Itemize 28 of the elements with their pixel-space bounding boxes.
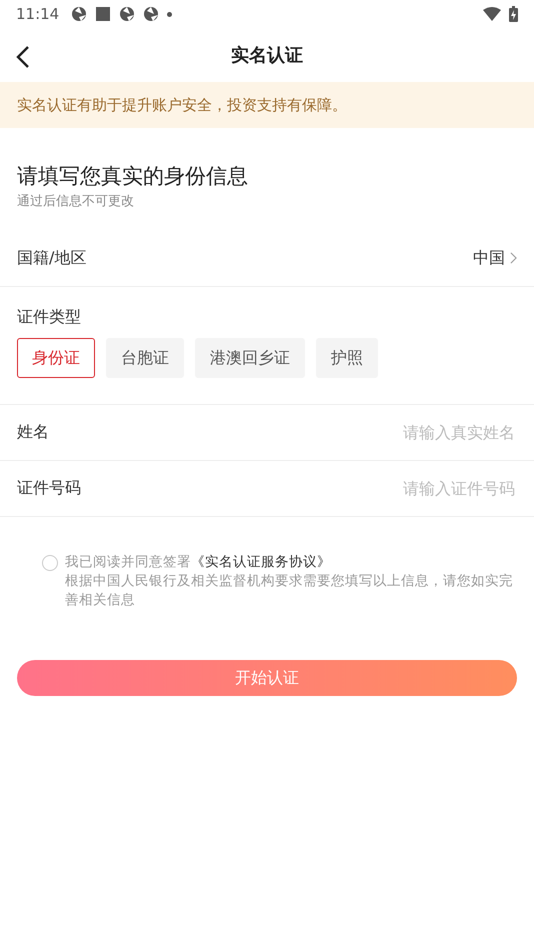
id-type-option[interactable]: 身份证 <box>17 338 95 378</box>
aperture-icon <box>71 6 88 22</box>
region-selector[interactable]: 中国 <box>473 248 517 268</box>
wifi-icon <box>483 7 501 21</box>
field-label: 姓名 <box>17 422 49 443</box>
input-field[interactable]: 请输入真实姓名 <box>49 422 517 443</box>
agreement-link[interactable]: 《实名认证服务协议》 <box>191 554 331 570</box>
chevron-right-icon <box>510 252 517 264</box>
page-title: 实名认证 <box>231 44 303 67</box>
input-field[interactable]: 请输入证件号码 <box>81 478 517 499</box>
square-icon <box>95 6 112 22</box>
battery-icon <box>509 6 518 22</box>
aperture-icon <box>143 6 160 22</box>
region-label: 国籍/地区 <box>17 248 86 268</box>
dot-icon <box>167 12 172 16</box>
status-time: 11:14 <box>16 5 60 23</box>
field-label: 证件号码 <box>17 478 81 499</box>
id-type-label: 证件类型 <box>17 307 82 328</box>
id-type-option[interactable]: 护照 <box>316 338 378 378</box>
notice-banner: 实名认证有助于提升账户安全，投资支持有保障。 <box>0 82 534 128</box>
agreement-note: 根据中国人民银行及相关监督机构要求需要您填写以上信息，请您如实完善相关信息 <box>65 572 514 610</box>
aperture-icon <box>119 6 136 22</box>
agreement-text: 我已阅读并同意签署《实名认证服务协议》 <box>65 553 332 572</box>
id-type-option[interactable]: 港澳回乡证 <box>195 338 305 378</box>
agreement-checkbox[interactable] <box>42 555 58 571</box>
section-subtitle: 通过后信息不可更改 <box>17 193 135 210</box>
section-heading: 请填写您真实的身份信息 <box>17 163 249 190</box>
id-type-option[interactable]: 台胞证 <box>106 338 184 378</box>
